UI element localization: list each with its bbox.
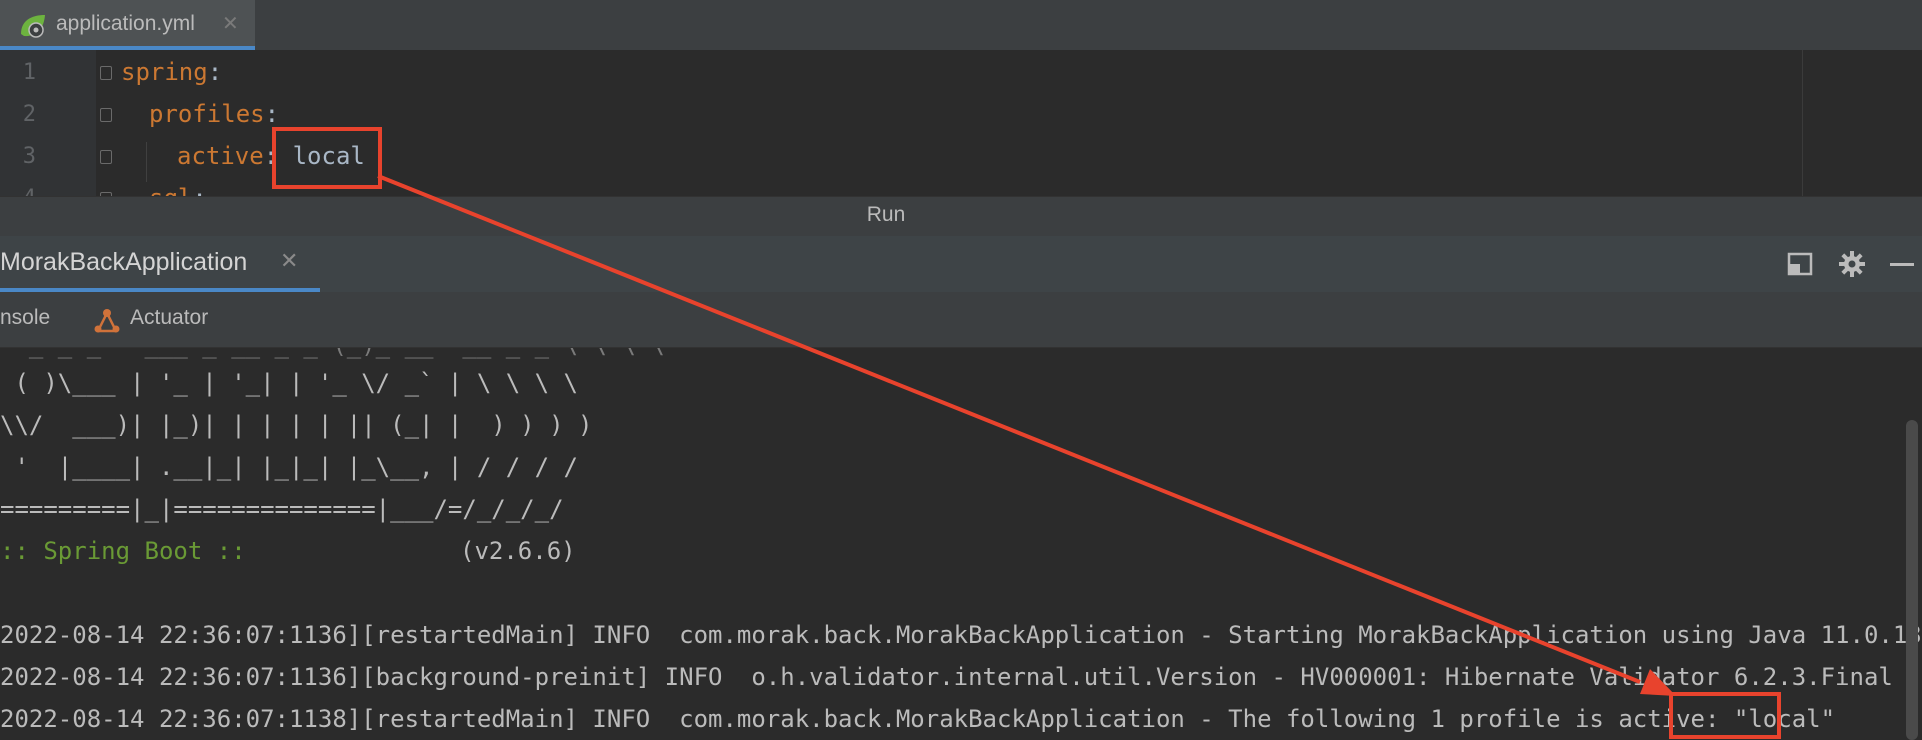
spring-boot-label: :: Spring Boot :: — [0, 537, 246, 565]
run-config-label: MorakBackApplication — [0, 248, 248, 276]
right-margin-guide — [1802, 50, 1803, 196]
run-panel-title: Run — [866, 203, 906, 226]
run-panel-header: Run — [0, 196, 1922, 236]
console-output[interactable]: _ _ _ ___ _ __ _ _ (_)_ __ __ _ _ \ \ \ … — [0, 348, 1922, 740]
fold-marker-icon[interactable] — [100, 150, 112, 164]
yaml-key: active — [177, 142, 264, 170]
editor-tab-application-yml[interactable]: application.yml ✕ — [0, 0, 255, 50]
tab-console[interactable]: nsole — [0, 306, 50, 330]
yaml-colon: : — [192, 184, 206, 196]
actuator-icon — [94, 309, 120, 333]
banner-line: =========|_|==============|___/=/_/_/_/ — [0, 495, 564, 523]
fold-marker-icon[interactable] — [100, 108, 112, 122]
run-sub-tab-bar: nsole Actuator — [0, 292, 1922, 348]
gear-icon[interactable] — [1838, 250, 1866, 278]
banner-line: ( )\___ | '_ | '_| | '_ \/ _` | \ \ \ \ — [0, 369, 578, 397]
line-number: 3 — [22, 144, 36, 169]
yaml-key: spring — [121, 58, 208, 86]
line-number: 2 — [22, 102, 36, 127]
yaml-key: profiles — [149, 100, 265, 128]
log-line: 2022-08-14 22:36:07:1136][restartedMain]… — [0, 621, 1922, 649]
banner-line: ' |____| .__|_| |_|_| |_\__, | / / / / — [0, 453, 578, 481]
code-line-1: spring: — [121, 52, 222, 92]
editor-tab-label: application.yml — [56, 12, 195, 35]
annotation-box-console — [1669, 692, 1781, 739]
line-number: 1 — [22, 60, 36, 85]
banner-line: \\/ ___)| |_)| | | | | || (_| | ) ) ) ) — [0, 411, 593, 439]
minimize-icon[interactable] — [1888, 250, 1916, 278]
line-number: 4 — [0, 179, 36, 196]
console-scrollbar[interactable] — [1906, 420, 1918, 740]
yaml-colon: : — [264, 100, 280, 128]
code-line-2: profiles: — [149, 94, 279, 134]
spring-boot-version: (v2.6.6) — [460, 537, 576, 565]
spring-leaf-icon — [21, 15, 45, 38]
code-line-4: sql: — [149, 178, 207, 196]
log-line: 2022-08-14 22:36:07:1138][restartedMain]… — [0, 705, 1836, 733]
indent-guide — [146, 142, 147, 182]
close-icon[interactable]: ✕ — [280, 248, 298, 274]
close-icon[interactable]: ✕ — [222, 10, 239, 38]
log-line: 2022-08-14 22:36:07:1136][background-pre… — [0, 663, 1893, 691]
yaml-key: sql — [149, 184, 192, 196]
run-config-tab-morak[interactable]: MorakBackApplication ✕ — [0, 236, 320, 292]
layout-icon[interactable] — [1786, 250, 1814, 278]
yaml-colon: : — [207, 58, 223, 86]
run-config-tab-bar: MorakBackApplication ✕ — [0, 236, 1922, 292]
fold-marker-icon[interactable] — [100, 66, 112, 80]
annotation-box-editor — [272, 127, 382, 189]
tab-actuator[interactable]: Actuator — [130, 306, 208, 330]
editor-tab-bar: application.yml ✕ — [0, 0, 1922, 50]
line-gutter: 1 2 3 4 — [0, 50, 96, 196]
